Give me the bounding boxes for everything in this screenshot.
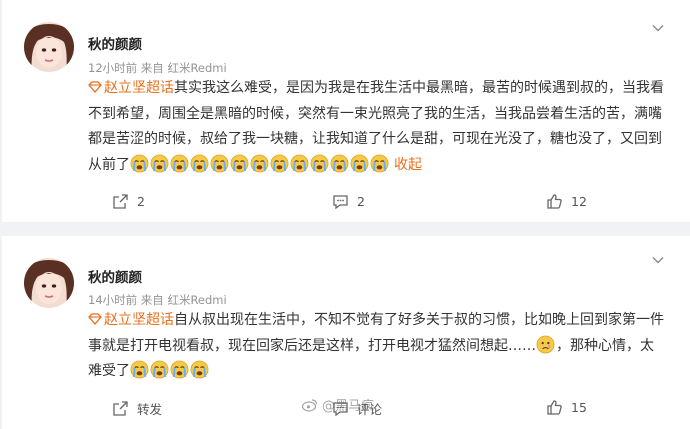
supertopic-label: 赵立坚超话	[104, 80, 174, 96]
share-icon	[113, 401, 128, 416]
chevron-down-icon[interactable]	[652, 22, 664, 34]
share-count: 2	[137, 194, 145, 209]
watermark-text: @黑马疯	[322, 399, 375, 414]
share-button[interactable]: 转发	[112, 399, 162, 418]
post-card: 秋的颜颜 12小时前 来自 红米Redmi 赵立坚超话其实我这么难受，是因为我是…	[2, 0, 690, 222]
thumbs-up-icon	[547, 400, 562, 415]
crying-emoji	[190, 154, 209, 172]
post-body: 赵立坚超话自从叔出现在生活中，不知不觉有了好多关于叔的习惯，比如晚上回到家第一件…	[88, 308, 666, 385]
fold-link[interactable]: 收起	[394, 157, 422, 173]
watermark: @黑马疯	[302, 395, 374, 414]
author-name[interactable]: 秋的颜颜	[88, 266, 142, 286]
emoji-row	[130, 360, 210, 379]
thumbs-up-icon	[547, 194, 562, 209]
crying-emoji	[170, 360, 189, 379]
share-button[interactable]: 2	[112, 193, 145, 210]
like-count: 15	[571, 400, 587, 415]
crying-emoji	[190, 360, 209, 379]
like-count: 12	[571, 194, 587, 209]
crying-emoji	[290, 154, 309, 172]
post-body: 赵立坚超话其实我这么难受，是因为我是在我生活中最黑暗，最苦的时候遇到叔的，当我看…	[88, 76, 666, 178]
crying-emoji	[210, 154, 229, 172]
supertopic-link[interactable]: 赵立坚超话	[88, 80, 174, 96]
sad-emoji	[536, 335, 555, 353]
crying-emoji	[310, 154, 329, 172]
like-button[interactable]: 15	[546, 399, 587, 416]
like-button[interactable]: 12	[546, 193, 587, 210]
author-name[interactable]: 秋的颜颜	[88, 33, 142, 53]
crying-emoji	[130, 154, 149, 172]
comment-count: 2	[357, 194, 365, 209]
crying-emoji	[270, 154, 289, 172]
share-label: 转发	[137, 402, 163, 417]
crying-emoji	[170, 154, 189, 172]
share-icon	[113, 194, 128, 209]
crying-emoji	[150, 154, 169, 172]
comment-button[interactable]: 2	[332, 193, 365, 210]
comment-icon	[333, 195, 348, 210]
crying-emoji	[350, 154, 369, 172]
avatar[interactable]	[24, 258, 74, 308]
action-bar: 2 2 12	[2, 193, 690, 213]
diamond-icon	[88, 81, 102, 93]
supertopic-link[interactable]: 赵立坚超话	[88, 312, 174, 328]
crying-emoji	[370, 154, 389, 172]
chevron-down-icon[interactable]	[652, 254, 664, 266]
crying-emoji	[230, 154, 249, 172]
weibo-logo-icon	[302, 398, 318, 412]
avatar[interactable]	[24, 22, 74, 72]
emoji-row	[130, 154, 390, 173]
crying-emoji	[330, 154, 349, 172]
crying-emoji	[250, 154, 269, 172]
post-meta: 14小时前 来自 红米Redmi	[88, 293, 227, 307]
diamond-icon	[88, 313, 102, 325]
crying-emoji	[130, 360, 149, 379]
post-meta: 12小时前 来自 红米Redmi	[88, 61, 227, 75]
crying-emoji	[150, 360, 169, 379]
supertopic-label: 赵立坚超话	[104, 312, 174, 328]
